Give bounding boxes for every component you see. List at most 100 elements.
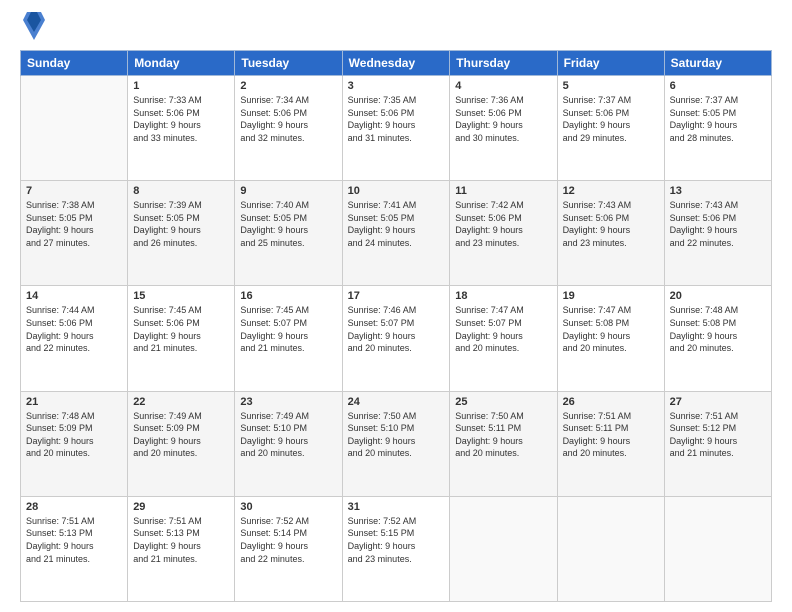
day-info: Sunrise: 7:51 AM Sunset: 5:12 PM Dayligh… bbox=[670, 410, 766, 460]
day-info: Sunrise: 7:42 AM Sunset: 5:06 PM Dayligh… bbox=[455, 199, 551, 249]
calendar-cell: 5 Sunrise: 7:37 AM Sunset: 5:06 PM Daylig… bbox=[557, 76, 664, 181]
calendar-cell bbox=[557, 496, 664, 601]
day-number: 22 bbox=[133, 396, 229, 408]
calendar-cell: 30 Sunrise: 7:52 AM Sunset: 5:14 PM Dayli… bbox=[235, 496, 342, 601]
calendar-header-row: SundayMondayTuesdayWednesdayThursdayFrid… bbox=[21, 51, 772, 76]
day-info: Sunrise: 7:49 AM Sunset: 5:10 PM Dayligh… bbox=[240, 410, 336, 460]
day-number: 2 bbox=[240, 80, 336, 92]
calendar-cell: 26Sunrise: 7:51 AM Sunset: 5:11 PM Dayli… bbox=[557, 391, 664, 496]
calendar-cell: 23 Sunrise: 7:49 AM Sunset: 5:10 PM Dayli… bbox=[235, 391, 342, 496]
calendar-week-row: 14 Sunrise: 7:44 AM Sunset: 5:06 PM Dayli… bbox=[21, 286, 772, 391]
day-info: Sunrise: 7:47 AM Sunset: 5:08 PM Dayligh… bbox=[563, 304, 659, 354]
day-info: Sunrise: 7:34 AM Sunset: 5:06 PM Dayligh… bbox=[240, 94, 336, 144]
calendar-cell: 7 Sunrise: 7:38 AM Sunset: 5:05 PM Daylig… bbox=[21, 181, 128, 286]
calendar-week-row: 1 Sunrise: 7:33 AM Sunset: 5:06 PM Daylig… bbox=[21, 76, 772, 181]
calendar-cell: 31Sunrise: 7:52 AM Sunset: 5:15 PM Dayli… bbox=[342, 496, 450, 601]
day-number: 24 bbox=[348, 396, 445, 408]
calendar-cell: 17Sunrise: 7:46 AM Sunset: 5:07 PM Dayli… bbox=[342, 286, 450, 391]
day-number: 10 bbox=[348, 185, 445, 197]
day-number: 4 bbox=[455, 80, 551, 92]
day-number: 12 bbox=[563, 185, 659, 197]
calendar-header-wednesday: Wednesday bbox=[342, 51, 450, 76]
calendar-header-tuesday: Tuesday bbox=[235, 51, 342, 76]
day-number: 3 bbox=[348, 80, 445, 92]
calendar-cell: 25 Sunrise: 7:50 AM Sunset: 5:11 PM Dayli… bbox=[450, 391, 557, 496]
calendar-cell bbox=[450, 496, 557, 601]
day-number: 21 bbox=[26, 396, 122, 408]
calendar-header-sunday: Sunday bbox=[21, 51, 128, 76]
day-info: Sunrise: 7:37 AM Sunset: 5:06 PM Dayligh… bbox=[563, 94, 659, 144]
day-number: 5 bbox=[563, 80, 659, 92]
day-number: 7 bbox=[26, 185, 122, 197]
day-info: Sunrise: 7:50 AM Sunset: 5:10 PM Dayligh… bbox=[348, 410, 445, 460]
day-number: 16 bbox=[240, 290, 336, 302]
calendar-cell: 8Sunrise: 7:39 AM Sunset: 5:05 PM Daylig… bbox=[128, 181, 235, 286]
day-info: Sunrise: 7:35 AM Sunset: 5:06 PM Dayligh… bbox=[348, 94, 445, 144]
day-info: Sunrise: 7:46 AM Sunset: 5:07 PM Dayligh… bbox=[348, 304, 445, 354]
calendar-cell: 6 Sunrise: 7:37 AM Sunset: 5:05 PM Daylig… bbox=[664, 76, 771, 181]
calendar-cell: 21 Sunrise: 7:48 AM Sunset: 5:09 PM Dayli… bbox=[21, 391, 128, 496]
calendar-cell: 20 Sunrise: 7:48 AM Sunset: 5:08 PM Dayli… bbox=[664, 286, 771, 391]
day-number: 26 bbox=[563, 396, 659, 408]
day-number: 31 bbox=[348, 501, 445, 513]
day-number: 23 bbox=[240, 396, 336, 408]
day-info: Sunrise: 7:44 AM Sunset: 5:06 PM Dayligh… bbox=[26, 304, 122, 354]
day-number: 30 bbox=[240, 501, 336, 513]
calendar-cell: 18Sunrise: 7:47 AM Sunset: 5:07 PM Dayli… bbox=[450, 286, 557, 391]
calendar-header-monday: Monday bbox=[128, 51, 235, 76]
day-info: Sunrise: 7:45 AM Sunset: 5:06 PM Dayligh… bbox=[133, 304, 229, 354]
day-info: Sunrise: 7:51 AM Sunset: 5:13 PM Dayligh… bbox=[26, 515, 122, 565]
calendar-cell: 12 Sunrise: 7:43 AM Sunset: 5:06 PM Dayli… bbox=[557, 181, 664, 286]
day-info: Sunrise: 7:49 AM Sunset: 5:09 PM Dayligh… bbox=[133, 410, 229, 460]
day-info: Sunrise: 7:43 AM Sunset: 5:06 PM Dayligh… bbox=[563, 199, 659, 249]
calendar-week-row: 21 Sunrise: 7:48 AM Sunset: 5:09 PM Dayli… bbox=[21, 391, 772, 496]
calendar-cell bbox=[664, 496, 771, 601]
day-info: Sunrise: 7:36 AM Sunset: 5:06 PM Dayligh… bbox=[455, 94, 551, 144]
day-info: Sunrise: 7:50 AM Sunset: 5:11 PM Dayligh… bbox=[455, 410, 551, 460]
calendar-cell: 11 Sunrise: 7:42 AM Sunset: 5:06 PM Dayli… bbox=[450, 181, 557, 286]
day-info: Sunrise: 7:41 AM Sunset: 5:05 PM Dayligh… bbox=[348, 199, 445, 249]
day-number: 14 bbox=[26, 290, 122, 302]
day-number: 1 bbox=[133, 80, 229, 92]
calendar-cell bbox=[21, 76, 128, 181]
calendar-week-row: 28Sunrise: 7:51 AM Sunset: 5:13 PM Dayli… bbox=[21, 496, 772, 601]
day-info: Sunrise: 7:48 AM Sunset: 5:08 PM Dayligh… bbox=[670, 304, 766, 354]
day-info: Sunrise: 7:43 AM Sunset: 5:06 PM Dayligh… bbox=[670, 199, 766, 249]
day-number: 9 bbox=[240, 185, 336, 197]
calendar-week-row: 7 Sunrise: 7:38 AM Sunset: 5:05 PM Daylig… bbox=[21, 181, 772, 286]
day-info: Sunrise: 7:45 AM Sunset: 5:07 PM Dayligh… bbox=[240, 304, 336, 354]
calendar-cell: 1 Sunrise: 7:33 AM Sunset: 5:06 PM Daylig… bbox=[128, 76, 235, 181]
calendar-cell: 2 Sunrise: 7:34 AM Sunset: 5:06 PM Daylig… bbox=[235, 76, 342, 181]
calendar-cell: 4 Sunrise: 7:36 AM Sunset: 5:06 PM Daylig… bbox=[450, 76, 557, 181]
calendar-header-saturday: Saturday bbox=[664, 51, 771, 76]
calendar-cell: 13Sunrise: 7:43 AM Sunset: 5:06 PM Dayli… bbox=[664, 181, 771, 286]
logo bbox=[20, 18, 45, 40]
page: SundayMondayTuesdayWednesdayThursdayFrid… bbox=[0, 0, 792, 612]
calendar-header-friday: Friday bbox=[557, 51, 664, 76]
calendar-cell: 9 Sunrise: 7:40 AM Sunset: 5:05 PM Daylig… bbox=[235, 181, 342, 286]
day-number: 25 bbox=[455, 396, 551, 408]
day-info: Sunrise: 7:51 AM Sunset: 5:13 PM Dayligh… bbox=[133, 515, 229, 565]
day-info: Sunrise: 7:40 AM Sunset: 5:05 PM Dayligh… bbox=[240, 199, 336, 249]
calendar-cell: 3 Sunrise: 7:35 AM Sunset: 5:06 PM Daylig… bbox=[342, 76, 450, 181]
calendar-cell: 16 Sunrise: 7:45 AM Sunset: 5:07 PM Dayli… bbox=[235, 286, 342, 391]
day-info: Sunrise: 7:48 AM Sunset: 5:09 PM Dayligh… bbox=[26, 410, 122, 460]
logo-icon bbox=[23, 12, 45, 40]
day-number: 6 bbox=[670, 80, 766, 92]
day-info: Sunrise: 7:38 AM Sunset: 5:05 PM Dayligh… bbox=[26, 199, 122, 249]
calendar-cell: 27 Sunrise: 7:51 AM Sunset: 5:12 PM Dayli… bbox=[664, 391, 771, 496]
day-number: 20 bbox=[670, 290, 766, 302]
calendar-cell: 14 Sunrise: 7:44 AM Sunset: 5:06 PM Dayli… bbox=[21, 286, 128, 391]
day-info: Sunrise: 7:37 AM Sunset: 5:05 PM Dayligh… bbox=[670, 94, 766, 144]
day-info: Sunrise: 7:52 AM Sunset: 5:14 PM Dayligh… bbox=[240, 515, 336, 565]
day-number: 11 bbox=[455, 185, 551, 197]
calendar-cell: 28Sunrise: 7:51 AM Sunset: 5:13 PM Dayli… bbox=[21, 496, 128, 601]
day-info: Sunrise: 7:33 AM Sunset: 5:06 PM Dayligh… bbox=[133, 94, 229, 144]
calendar-cell: 24 Sunrise: 7:50 AM Sunset: 5:10 PM Dayli… bbox=[342, 391, 450, 496]
calendar-cell: 22 Sunrise: 7:49 AM Sunset: 5:09 PM Dayli… bbox=[128, 391, 235, 496]
day-number: 27 bbox=[670, 396, 766, 408]
day-number: 15 bbox=[133, 290, 229, 302]
calendar-table: SundayMondayTuesdayWednesdayThursdayFrid… bbox=[20, 50, 772, 602]
calendar-cell: 29Sunrise: 7:51 AM Sunset: 5:13 PM Dayli… bbox=[128, 496, 235, 601]
day-number: 19 bbox=[563, 290, 659, 302]
